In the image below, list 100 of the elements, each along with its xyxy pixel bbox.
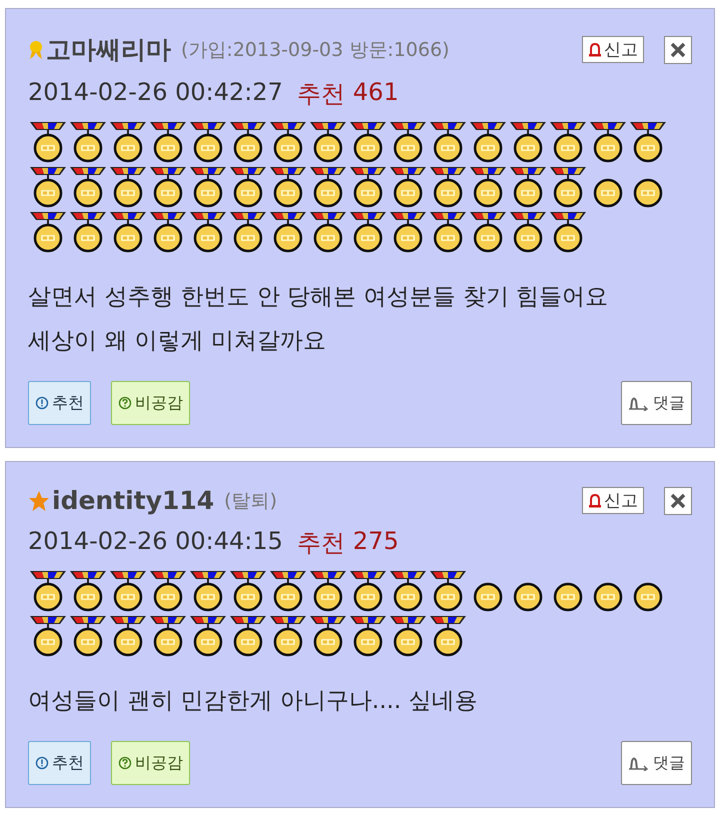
- member-info: (탈퇴): [224, 488, 277, 514]
- medal-icon: [148, 167, 188, 208]
- medal-icon: [428, 212, 468, 253]
- recommend-button[interactable]: 추천: [28, 741, 91, 785]
- medal-icon: [188, 122, 228, 163]
- medal-icon: [228, 122, 268, 163]
- medal-icon: [148, 212, 188, 253]
- timestamp: 2014-02-26 00:42:27: [28, 78, 283, 108]
- recommend-label: 추천: [296, 528, 345, 559]
- medal-icon: [228, 167, 268, 208]
- close-button[interactable]: [664, 486, 692, 514]
- medal-icon: [268, 212, 308, 253]
- medal-icon: [308, 616, 348, 657]
- medal-icon: [308, 167, 348, 208]
- medal-icon: [548, 212, 588, 253]
- medal-icon: [388, 167, 428, 208]
- medal-icon: [468, 122, 508, 163]
- medal-icon: [308, 571, 348, 612]
- close-icon: [669, 40, 687, 58]
- medal-icon: [508, 212, 548, 253]
- medal-icon: [428, 571, 468, 612]
- comment-text: 살면서 성추행 한번도 안 당해본 여성분들 찾기 힘들어요: [28, 283, 610, 312]
- medal-icon: [468, 167, 508, 208]
- medal-icon: [508, 122, 548, 163]
- medal-icon: [588, 122, 628, 163]
- author-name[interactable]: 고마쌔리마: [46, 33, 171, 66]
- medal-icon: [108, 212, 148, 253]
- question-icon: [118, 756, 132, 770]
- reply-button[interactable]: 댓글: [621, 741, 692, 785]
- medal-icon: [68, 167, 108, 208]
- medal-icon: [148, 616, 188, 657]
- medal-icon: [188, 616, 228, 657]
- medal-icon: [108, 571, 148, 612]
- author-name[interactable]: identity114: [52, 486, 214, 515]
- recommend-count: 275: [352, 527, 399, 557]
- medal-icon: [548, 167, 588, 208]
- medal-icon: [28, 571, 68, 612]
- exclamation-icon: [35, 756, 49, 770]
- medal-icon: [388, 616, 428, 657]
- medal-icon: [28, 167, 68, 208]
- medal-icon: [348, 212, 388, 253]
- medal-icon: [228, 212, 268, 253]
- medal-icon: [428, 616, 468, 657]
- close-icon: [669, 492, 687, 510]
- siren-icon: [588, 494, 602, 508]
- medal-icon: [68, 212, 108, 253]
- member-info: (가입:2013-09-03 방문:1066): [181, 38, 450, 62]
- medal-icon: [228, 616, 268, 657]
- medal-icon: [308, 122, 348, 163]
- reply-arrow-icon: [628, 755, 650, 771]
- recommend-button[interactable]: 추천: [28, 381, 91, 425]
- medal-icon: [268, 122, 308, 163]
- comment-text: 여성들이 괜히 민감한게 아니구나.... 싶네용: [28, 687, 478, 716]
- medal-icon: [188, 212, 228, 253]
- star-icon: [28, 490, 50, 512]
- medal-icon: [628, 122, 668, 163]
- medal-icon: [348, 616, 388, 657]
- close-button[interactable]: [664, 36, 692, 64]
- medal-icon: [428, 167, 468, 208]
- disagree-button[interactable]: 비공감: [111, 381, 190, 425]
- medal-icon: [148, 122, 188, 163]
- medal-icon: [388, 212, 428, 253]
- report-button[interactable]: 신고: [582, 487, 644, 514]
- reply-arrow-icon: [628, 395, 650, 411]
- medal-icon: [28, 122, 68, 163]
- medal-icon: [188, 167, 228, 208]
- medal-icon: [108, 616, 148, 657]
- medal-icon: [388, 122, 428, 163]
- medal-icon: [428, 122, 468, 163]
- medal-icon: [68, 571, 108, 612]
- siren-icon: [588, 42, 602, 56]
- medal-icon: [548, 122, 588, 163]
- report-button[interactable]: 신고: [582, 36, 644, 63]
- medal-icon: [268, 167, 308, 208]
- medal-icon: [508, 167, 548, 208]
- timestamp: 2014-02-26 00:44:15: [28, 527, 283, 557]
- medal-icon: [268, 616, 308, 657]
- medal-icon: [68, 616, 108, 657]
- medal-icon: [188, 571, 228, 612]
- medal-icon: [468, 212, 508, 253]
- medal-icon: [108, 122, 148, 163]
- medal-icon: [308, 212, 348, 253]
- medal-icon: [228, 571, 268, 612]
- medal-icon: [28, 616, 68, 657]
- medal-icon: [268, 571, 308, 612]
- reply-button[interactable]: 댓글: [621, 381, 692, 425]
- medal-icon: [68, 122, 108, 163]
- ribbon-icon: [28, 40, 44, 60]
- medal-icon: [108, 167, 148, 208]
- medal-icon: [348, 122, 388, 163]
- medal-icon: [28, 212, 68, 253]
- exclamation-icon: [35, 396, 49, 410]
- medal-icon: [148, 571, 188, 612]
- medal-icon: [388, 571, 428, 612]
- comment-text: 세상이 왜 이렇게 미쳐갈까요: [28, 327, 327, 356]
- recommend-count: 461: [352, 78, 399, 108]
- medal-icon: [348, 571, 388, 612]
- recommend-label: 추천: [296, 79, 345, 110]
- disagree-button[interactable]: 비공감: [111, 741, 190, 785]
- medal-icon: [348, 167, 388, 208]
